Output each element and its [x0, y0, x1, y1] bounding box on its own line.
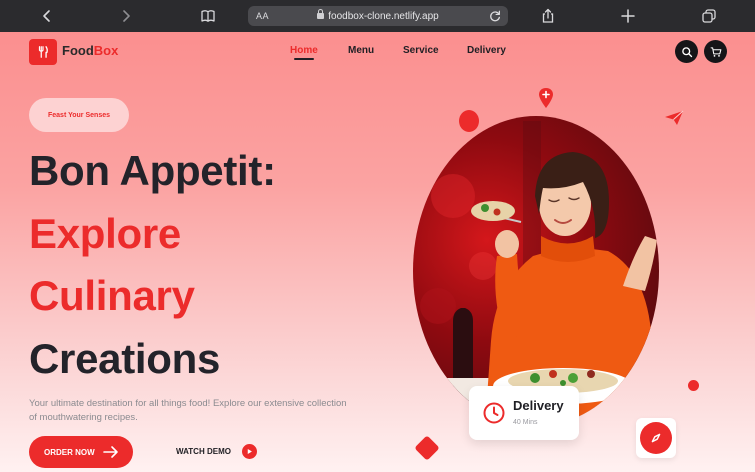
play-icon[interactable]	[242, 444, 257, 459]
url-text: foodbox-clone.netlify.app	[328, 10, 439, 22]
explore-button[interactable]	[636, 418, 676, 458]
bookmarks-icon[interactable]	[199, 7, 217, 25]
arrow-right-icon	[103, 446, 118, 458]
compass-icon	[651, 433, 661, 443]
location-pin-icon	[539, 88, 553, 108]
share-icon[interactable]	[539, 7, 557, 25]
nav-home[interactable]: Home	[290, 45, 318, 56]
lock-icon	[317, 8, 325, 19]
landing-page: FoodBox Home Menu Service Delivery Feast…	[0, 32, 755, 472]
nav-menu[interactable]: Menu	[348, 45, 374, 56]
nav-delivery[interactable]: Delivery	[467, 45, 506, 56]
tagline-badge: Feast Your Senses	[29, 98, 129, 132]
forward-icon[interactable]	[117, 7, 135, 25]
paper-plane-icon	[665, 110, 684, 125]
hero-title-line-4: Creations	[29, 335, 221, 382]
site-navbar: FoodBox Home Menu Service Delivery	[0, 32, 755, 70]
delivery-info-card: Delivery 40 Mins	[469, 386, 579, 440]
cart-icon	[710, 46, 721, 57]
decorative-diamond	[414, 435, 440, 461]
hero-title-line-2: Explore	[29, 210, 181, 257]
brand-part-box: Box	[93, 43, 119, 58]
order-now-button[interactable]: ORDER NOW	[29, 436, 133, 468]
new-tab-icon[interactable]	[619, 7, 637, 25]
hero-title-line-3: Culinary	[29, 272, 195, 319]
reload-icon[interactable]	[488, 9, 502, 23]
delivery-card-title: Delivery	[513, 398, 564, 413]
cart-button[interactable]	[704, 40, 727, 63]
hero-description: Your ultimate destination for all things…	[29, 398, 347, 423]
order-now-label: ORDER NOW	[44, 447, 95, 457]
tabs-icon[interactable]	[700, 7, 718, 25]
decorative-dot	[459, 110, 479, 132]
watch-demo-button[interactable]: WATCH DEMO	[176, 447, 231, 456]
search-icon	[681, 46, 692, 57]
url-display[interactable]: foodbox-clone.netlify.app	[248, 8, 508, 22]
back-icon[interactable]	[38, 7, 56, 25]
clock-icon	[483, 402, 505, 424]
search-button[interactable]	[675, 40, 698, 63]
nav-active-indicator	[294, 58, 314, 60]
brand-logo-text[interactable]: FoodBox	[62, 43, 118, 58]
fork-knife-icon[interactable]	[29, 39, 57, 65]
decorative-dot	[688, 380, 699, 391]
browser-toolbar: AA foodbox-clone.netlify.app	[0, 0, 755, 32]
hero-food-photo	[413, 116, 659, 426]
delivery-card-subtitle: 40 Mins	[513, 419, 538, 426]
address-bar[interactable]: AA foodbox-clone.netlify.app	[248, 6, 508, 26]
brand-part-food: Food	[62, 43, 94, 58]
nav-service[interactable]: Service	[403, 45, 439, 56]
hero-title-line-1: Bon Appetit:	[29, 147, 276, 194]
